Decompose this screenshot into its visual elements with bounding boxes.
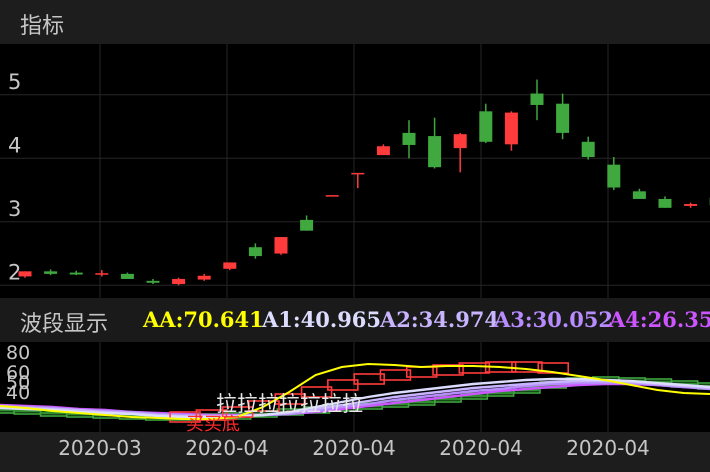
indicator-title: 指标 — [20, 14, 65, 39]
candle-body — [581, 141, 595, 158]
candle-body — [402, 132, 416, 145]
x-tick-label: 2020-04 — [566, 436, 650, 460]
candle-body — [453, 134, 467, 149]
candle-body — [376, 146, 390, 156]
candle-body — [479, 111, 493, 142]
candle-body — [530, 93, 544, 105]
candle-body — [172, 278, 186, 285]
candle-body — [18, 271, 32, 277]
indicator-a2-value: A2:34.974 — [380, 307, 500, 332]
indicator-a3-value: A3:30.052 — [494, 307, 614, 332]
candle-body — [44, 271, 58, 274]
x-tick-label: 2020-03 — [58, 436, 142, 460]
y-tick-label: 60 — [6, 362, 30, 384]
y-tick-label: 3 — [8, 197, 21, 221]
candle-body — [223, 262, 237, 269]
x-axis: 2020-03 2020-04 2020-04 2020-04 2020-04 — [0, 432, 710, 472]
indicator-header: 指标 — [0, 0, 710, 44]
candle-body — [428, 136, 442, 168]
y-tick-label: 5 — [8, 70, 21, 94]
candle-body — [325, 195, 339, 197]
candle-body — [95, 273, 109, 275]
indicator-a4-value: A4:26.35 — [609, 307, 710, 332]
candle-body — [658, 198, 672, 208]
indicator-a1-value: A1:40.965 — [262, 307, 382, 332]
candle-body — [120, 273, 134, 279]
wave-indicator-chart[interactable]: 40506080 — [0, 342, 710, 432]
y-tick-label: 4 — [8, 133, 21, 157]
candle-body — [556, 103, 570, 133]
candle-body — [351, 172, 365, 175]
candle-body — [146, 280, 160, 283]
candle-body — [607, 164, 621, 188]
candle-body — [197, 275, 211, 280]
wave-band-name: 波段显示 — [20, 312, 109, 337]
candle-body — [69, 272, 83, 275]
y-tick-label: 80 — [6, 342, 30, 364]
candle-body — [248, 247, 262, 257]
candlestick-chart[interactable]: 2345 — [0, 44, 710, 298]
indicator-aa-value: AA:70.641 — [143, 307, 264, 332]
x-tick-label: 2020-04 — [439, 436, 523, 460]
candle-body — [274, 237, 288, 254]
candle-body — [300, 219, 314, 231]
candle-body — [504, 112, 518, 145]
candle-body — [632, 191, 646, 199]
candle-body — [684, 204, 698, 206]
x-tick-label: 2020-04 — [185, 436, 269, 460]
wave-band-header: 波段显示 AA:70.641 A1:40.965 A2:34.974 A3:30… — [0, 298, 710, 342]
x-tick-label: 2020-04 — [312, 436, 396, 460]
